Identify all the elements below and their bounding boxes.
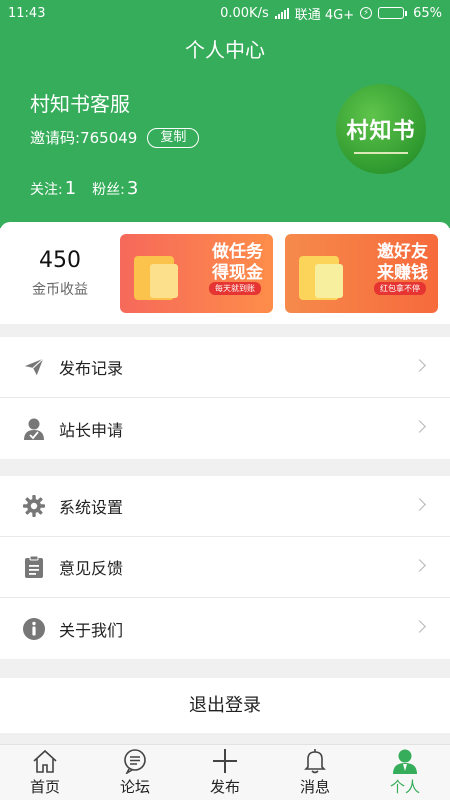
tab-label: 论坛 xyxy=(119,778,150,796)
tab-label: 首页 xyxy=(29,778,60,796)
invite-banner-title1: 邀好友 xyxy=(377,242,428,262)
tab-label: 个人 xyxy=(389,778,420,796)
tab-profile[interactable]: 个人 xyxy=(360,745,450,800)
menu-item-webmaster-apply[interactable]: 站长申请 xyxy=(0,398,450,459)
follow-label: 关注: xyxy=(30,182,63,198)
bottom-tab-bar: 首页 论坛 发布 消息 个人 xyxy=(0,744,450,800)
battery-icon xyxy=(378,7,408,19)
invite-banner-tagline: 红包拿不停 xyxy=(374,282,426,295)
menu-group-settings: 系统设置 意见反馈 关于我们 xyxy=(0,476,450,659)
copy-button[interactable]: 复制 xyxy=(147,127,200,148)
gear-icon xyxy=(22,494,46,518)
invite-banner[interactable]: 邀好友 来赚钱 红包拿不停 xyxy=(285,234,438,313)
username: 村知书客服 xyxy=(30,92,130,116)
tab-messages[interactable]: 消息 xyxy=(270,745,360,800)
carrier-label: 联通 4G+ xyxy=(294,7,355,23)
avatar[interactable]: 村知书 xyxy=(336,84,426,174)
menu-label: 发布记录 xyxy=(59,359,124,378)
task-banner-title1: 做任务 xyxy=(212,242,263,262)
follow-count: 1 xyxy=(64,178,77,199)
profile-header: 个人中心 村知书客服 邀请码: 765049 复制 关注: 1 粉丝: 3 村知书 xyxy=(0,26,450,228)
invite-label: 邀请码: xyxy=(30,129,81,147)
user-badge-icon xyxy=(22,417,46,441)
menu-label: 系统设置 xyxy=(59,498,124,517)
avatar-logo-text: 村知书 xyxy=(346,118,416,144)
menu-item-publish-history[interactable]: 发布记录 xyxy=(0,337,450,398)
battery-percent: 65% xyxy=(413,5,442,21)
menu-label: 意见反馈 xyxy=(59,559,124,578)
menu-label: 站长申请 xyxy=(59,420,124,440)
chat-icon xyxy=(124,749,146,774)
task-banner-title2: 得现金 xyxy=(212,263,263,283)
home-icon xyxy=(33,749,57,773)
menu-label: 关于我们 xyxy=(59,620,124,640)
fans-stat[interactable]: 粉丝: 3 xyxy=(92,178,138,199)
menu-group-publish: 发布记录 站长申请 xyxy=(0,337,450,459)
invite-code-row: 邀请码: 765049 复制 xyxy=(30,127,200,148)
menu-item-feedback[interactable]: 意见反馈 xyxy=(0,537,450,598)
fans-count: 3 xyxy=(126,178,139,199)
charging-icon: ⚡ xyxy=(360,7,373,19)
task-banner[interactable]: 做任务 得现金 每天就到账 xyxy=(120,234,273,313)
coin-earnings[interactable]: 450 金币收益 xyxy=(14,248,106,299)
clipboard-icon xyxy=(22,555,46,579)
tab-home[interactable]: 首页 xyxy=(0,745,90,800)
fans-label: 粉丝: xyxy=(92,182,125,198)
menu-item-about[interactable]: 关于我们 xyxy=(0,598,450,659)
signal-icon xyxy=(274,7,289,19)
network-speed: 0.00K/s xyxy=(220,5,269,21)
task-banner-tagline: 每天就到账 xyxy=(209,282,261,295)
paper-plane-icon xyxy=(22,355,46,379)
menu-item-settings[interactable]: 系统设置 xyxy=(0,476,450,537)
invite-code: 765049 xyxy=(80,128,138,147)
follow-stats: 关注: 1 粉丝: 3 xyxy=(30,178,138,199)
status-time: 11:43 xyxy=(8,5,46,21)
info-icon xyxy=(22,617,46,641)
person-icon xyxy=(393,749,417,774)
tab-label: 消息 xyxy=(299,778,330,796)
status-right: 0.00K/s 联通 4G+ ⚡ 65% xyxy=(220,4,442,23)
logout-button[interactable]: 退出登录 xyxy=(0,678,450,733)
tab-publish[interactable]: 发布 xyxy=(180,745,270,800)
plus-icon xyxy=(213,749,237,773)
tab-forum[interactable]: 论坛 xyxy=(90,745,180,800)
tab-label: 发布 xyxy=(209,778,240,796)
coin-value: 450 xyxy=(39,248,81,273)
invite-banner-title2: 来赚钱 xyxy=(377,263,428,283)
follow-stat[interactable]: 关注: 1 xyxy=(30,178,76,199)
page-title: 个人中心 xyxy=(185,38,265,62)
bell-icon xyxy=(304,749,326,774)
coin-label: 金币收益 xyxy=(32,282,88,298)
status-bar: 11:43 0.00K/s 联通 4G+ ⚡ 65% xyxy=(0,0,450,26)
